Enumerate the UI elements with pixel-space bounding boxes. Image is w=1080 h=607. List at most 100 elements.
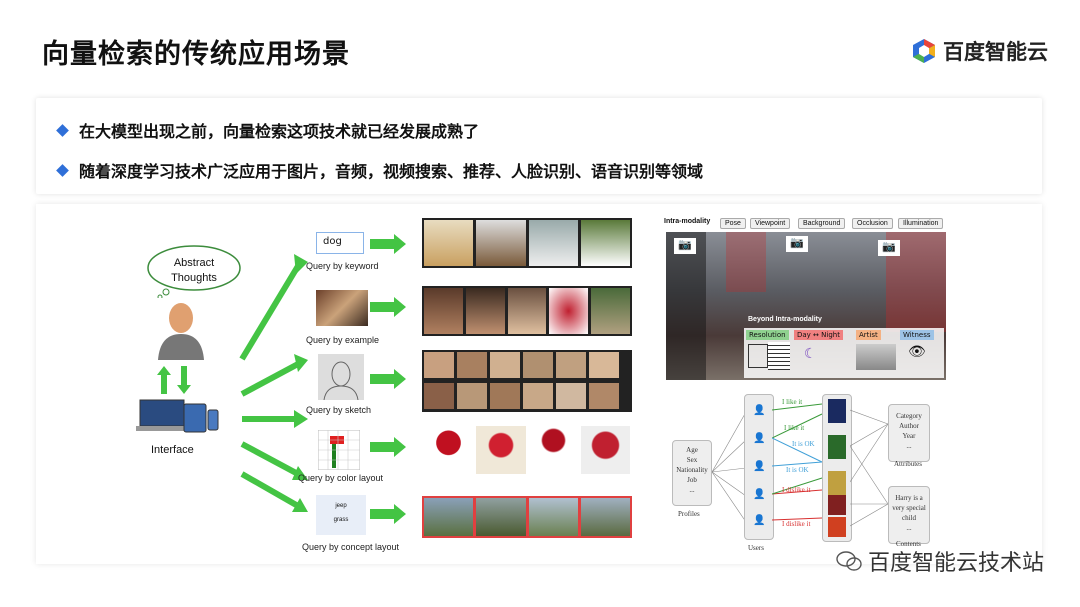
figure-panel: Abstract Thoughts Interface dog Query by… xyxy=(36,204,1042,564)
jeep-image xyxy=(476,498,526,536)
face-image xyxy=(589,382,619,409)
profiles-card: Age Sex Nationality Job ... xyxy=(672,440,712,506)
modality-tag: Background xyxy=(798,218,846,229)
profiles-label: Profiles xyxy=(678,510,700,518)
result-image xyxy=(528,220,578,266)
result-image xyxy=(476,220,526,266)
result-image xyxy=(424,220,474,266)
example-query-image xyxy=(316,290,368,326)
keyword-query-box: dog xyxy=(316,232,364,254)
interface-label: Interface xyxy=(151,444,194,456)
witness-eye-icon: 👁 xyxy=(908,344,926,360)
color-layout-query-icon xyxy=(318,430,360,470)
up-down-arrows-icon xyxy=(157,366,191,394)
brand-logo: 百度智能云 xyxy=(911,36,1048,66)
beyond-tag: Resolution xyxy=(746,330,789,340)
rose-image xyxy=(580,426,630,474)
face-image xyxy=(556,382,586,409)
result-image xyxy=(507,288,547,334)
camera-icon: 📷 xyxy=(786,236,808,252)
jeep-image xyxy=(424,498,474,536)
face-image xyxy=(490,382,520,409)
users-label: Users xyxy=(748,544,764,552)
result-image xyxy=(549,288,589,334)
bullet-panel: 在大模型出现之前，向量检索这项技术就已经发展成熟了 随着深度学习技术广泛应用于图… xyxy=(36,98,1042,194)
edge-label: I like it xyxy=(782,398,803,406)
jeep-image xyxy=(528,498,578,536)
grid-icon xyxy=(768,342,790,370)
edge-label: It is OK xyxy=(786,466,809,474)
modality-tag: Viewpoint xyxy=(750,218,791,229)
color-layout-results xyxy=(422,424,632,476)
result-arrows xyxy=(370,234,406,524)
book-cover xyxy=(828,495,846,515)
watermark-text: 百度智能云技术站 xyxy=(867,551,1044,576)
face-image xyxy=(556,352,586,378)
rose-image xyxy=(424,426,474,474)
edge-label: I dislike it xyxy=(782,486,811,494)
camera-icon: 📷 xyxy=(674,238,696,254)
wechat-icon xyxy=(836,551,862,571)
user-icon: 👤 xyxy=(753,461,766,472)
modality-tag: Illumination xyxy=(898,218,944,229)
edge-label: I like it xyxy=(784,424,805,432)
book-cover xyxy=(828,517,846,537)
rose-image xyxy=(476,426,526,474)
modality-tag: Occlusion xyxy=(852,218,893,229)
modality-tag: Pose xyxy=(720,218,746,229)
edge-label: I dislike it xyxy=(782,520,811,528)
bullet-text: 随着深度学习技术广泛应用于图片，音频，视频搜索、推荐、人脸识别、语音识别等领域 xyxy=(79,162,704,181)
intra-modality-label: Intra-modality xyxy=(664,218,711,225)
night-camera-icon: ☾ xyxy=(804,346,817,362)
user-icon: 👤 xyxy=(753,489,766,500)
query-label: Query by keyword xyxy=(306,261,379,271)
contents-card: Harry is a very special child ... xyxy=(888,486,930,544)
beyond-tag: Artist xyxy=(856,330,881,340)
rating-edges xyxy=(772,403,823,521)
user-icon: 👤 xyxy=(753,433,766,444)
face-image xyxy=(490,352,520,378)
result-image xyxy=(424,288,463,334)
attributes-label: Attributes xyxy=(894,460,922,468)
watermark: 百度智能云技术站 xyxy=(836,545,1044,577)
bullet-item: 在大模型出现之前，向量检索这项技术就已经发展成熟了 xyxy=(56,118,480,142)
book-cover xyxy=(828,435,846,459)
result-image xyxy=(591,288,630,334)
query-label: Query by sketch xyxy=(306,405,372,415)
concept-layout-results xyxy=(422,496,632,538)
face-image xyxy=(457,382,487,409)
book-cover xyxy=(828,471,846,495)
query-label: Query by concept layout xyxy=(302,542,400,552)
beyond-panel: Resolution Day ↔ Night Artist Witness ☾ … xyxy=(744,328,944,378)
lowres-icon xyxy=(748,344,768,368)
user-icon: 👤 xyxy=(753,515,766,526)
bullet-item: 随着深度学习技术广泛应用于图片，音频，视频搜索、推荐、人脸识别、语音识别等领域 xyxy=(56,158,704,182)
item-edges xyxy=(850,409,889,527)
thought-text: Abstract Thoughts xyxy=(171,257,217,284)
example-results xyxy=(422,286,632,336)
beyond-tag: Day ↔ Night xyxy=(794,330,843,340)
sketch-artist-image xyxy=(856,344,896,370)
face-image xyxy=(424,352,454,378)
bullet-diamond-icon xyxy=(56,123,69,137)
devices-icon xyxy=(136,399,219,433)
items-column xyxy=(822,394,852,542)
sketch-query-icon xyxy=(318,354,364,400)
edge-label: It is OK xyxy=(792,440,815,448)
brand-name: 百度智能云 xyxy=(943,40,1048,64)
attributes-card: Category Author Year ... xyxy=(888,404,930,462)
camera-icon: 📷 xyxy=(878,240,900,256)
result-image xyxy=(580,220,630,266)
keyword-results xyxy=(422,218,632,268)
bullet-diamond-icon xyxy=(56,163,69,177)
face-image xyxy=(457,352,487,378)
face-image xyxy=(523,352,553,378)
users-column: 👤 👤 👤 👤 👤 xyxy=(744,394,774,540)
result-image xyxy=(465,288,505,334)
bullet-text: 在大模型出现之前，向量检索这项技术就已经发展成熟了 xyxy=(79,122,480,141)
face-image xyxy=(523,382,553,409)
sketch-results xyxy=(422,350,632,412)
face-image xyxy=(424,382,454,409)
user-icon: 👤 xyxy=(753,405,766,416)
query-label: Query by example xyxy=(306,335,380,345)
